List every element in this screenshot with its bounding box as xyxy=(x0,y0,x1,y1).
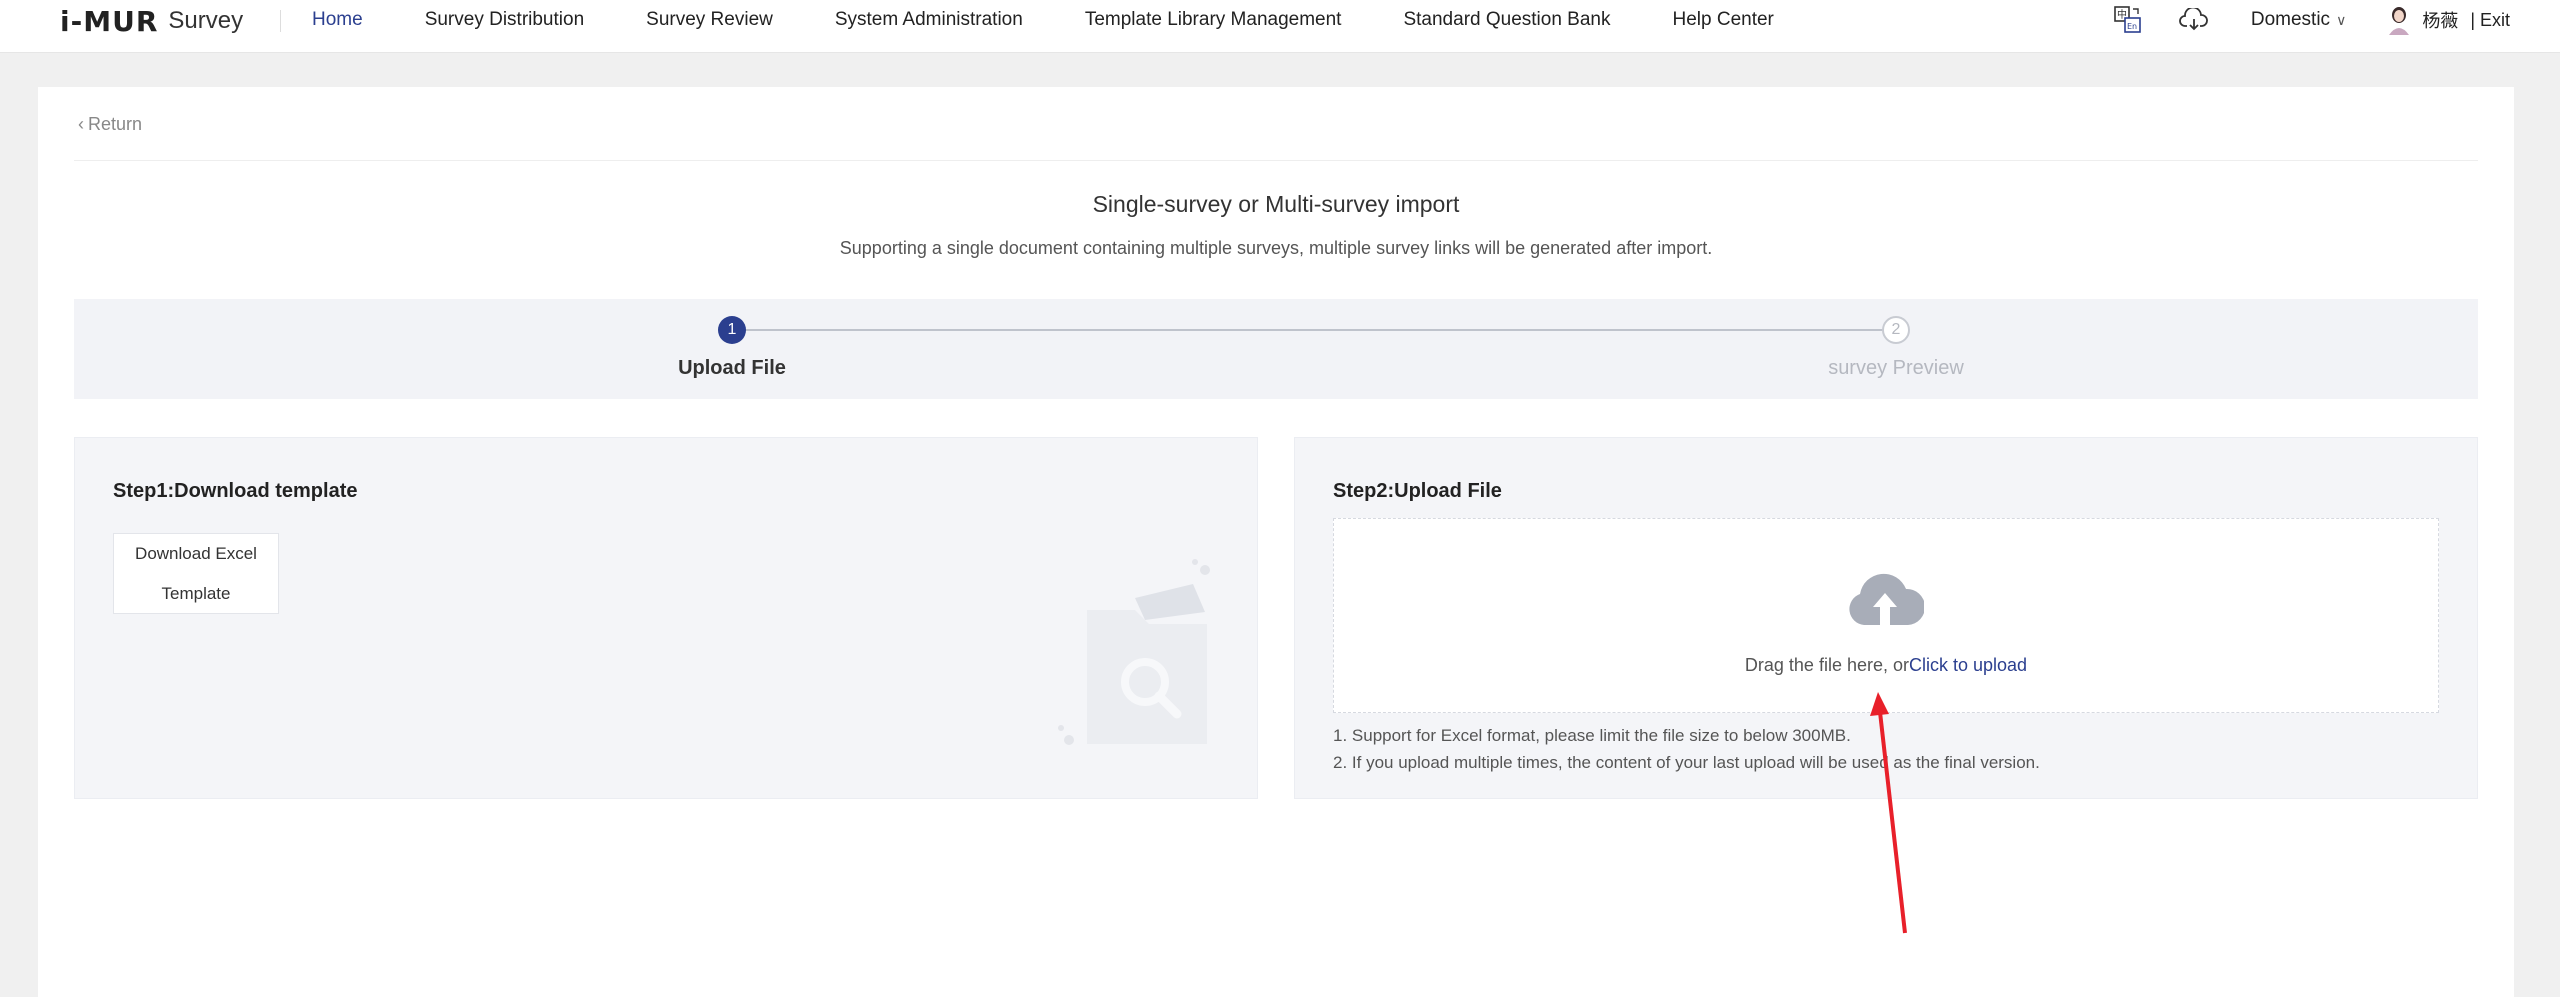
logo-text: Survey xyxy=(168,7,244,34)
svg-text:En: En xyxy=(2127,22,2137,31)
click-to-upload-link[interactable]: Click to upload xyxy=(1909,655,2027,675)
translate-icon[interactable]: 中 En xyxy=(2111,3,2145,37)
return-link[interactable]: ‹ Return xyxy=(78,114,142,135)
chevron-down-icon: ∨ xyxy=(2336,11,2347,28)
folder-search-illustration-icon xyxy=(1045,558,1245,763)
page-title: Single-survey or Multi-survey import xyxy=(1092,191,1460,217)
header-tools: 中 En Domestic ∨ 杨薇 | Exit xyxy=(2111,0,2510,40)
step-2-label: survey Preview xyxy=(1828,357,1964,379)
region-selector[interactable]: Domestic ∨ xyxy=(2251,9,2346,31)
nav-item-standard-question-bank[interactable]: Standard Question Bank xyxy=(1403,9,1610,31)
avatar[interactable] xyxy=(2386,5,2412,35)
cloud-upload-icon xyxy=(1846,567,1926,632)
nav-item-survey-distribution[interactable]: Survey Distribution xyxy=(425,9,584,31)
drag-hint: Drag the file here, or xyxy=(1744,655,1909,675)
divider xyxy=(74,160,2478,161)
app-logo[interactable]: i-MUR Survey xyxy=(60,4,243,38)
exit-link[interactable]: | Exit xyxy=(2470,10,2510,31)
cloud-download-icon[interactable] xyxy=(2177,3,2211,37)
step1-title: Step1:Download template xyxy=(113,480,358,502)
main-card: ‹ Return Single-survey or Multi-survey i… xyxy=(38,87,2514,997)
chevron-left-icon: ‹ xyxy=(78,114,84,134)
download-template-panel: Step1:Download template Download Excel T… xyxy=(74,437,1258,799)
main-nav: Home Survey Distribution Survey Review S… xyxy=(312,0,1836,40)
step-1-circle: 1 xyxy=(718,316,746,344)
username: 杨薇 xyxy=(2422,11,2459,31)
return-label: Return xyxy=(88,114,143,134)
upload-note-1: 1. Support for Excel format, please limi… xyxy=(1333,726,1851,745)
top-navigation-bar: i-MUR Survey Home Survey Distribution Su… xyxy=(0,0,2560,53)
download-excel-template-button[interactable]: Download Excel Template xyxy=(113,533,279,614)
nav-divider xyxy=(280,10,281,32)
upload-note-2: 2. If you upload multiple times, the con… xyxy=(1333,753,2040,772)
download-button-line1: Download Excel xyxy=(135,544,257,563)
nav-item-template-library[interactable]: Template Library Management xyxy=(1085,9,1342,31)
region-label: Domestic xyxy=(2250,9,2331,30)
upload-dropzone[interactable]: Drag the file here, orClick to upload xyxy=(1333,518,2439,713)
step2-title: Step2:Upload File xyxy=(1333,480,1502,502)
nav-item-help-center[interactable]: Help Center xyxy=(1673,9,1774,31)
logo-mark: i-MUR xyxy=(60,4,159,38)
nav-item-survey-review[interactable]: Survey Review xyxy=(646,9,773,31)
step-connector xyxy=(734,329,1897,331)
nav-item-home[interactable]: Home xyxy=(312,9,363,31)
upload-file-panel: Step2:Upload File Drag the file here, or… xyxy=(1294,437,2478,799)
dropzone-text: Drag the file here, orClick to upload xyxy=(1334,655,2438,676)
page-subtitle: Supporting a single document containing … xyxy=(839,238,1713,258)
step-indicator: 1 2 Upload File survey Preview xyxy=(74,299,2478,399)
step-2-circle: 2 xyxy=(1882,316,1910,344)
nav-item-system-administration[interactable]: System Administration xyxy=(835,9,1023,31)
download-button-line2: Template xyxy=(161,584,231,603)
step-1-label: Upload File xyxy=(678,357,786,379)
